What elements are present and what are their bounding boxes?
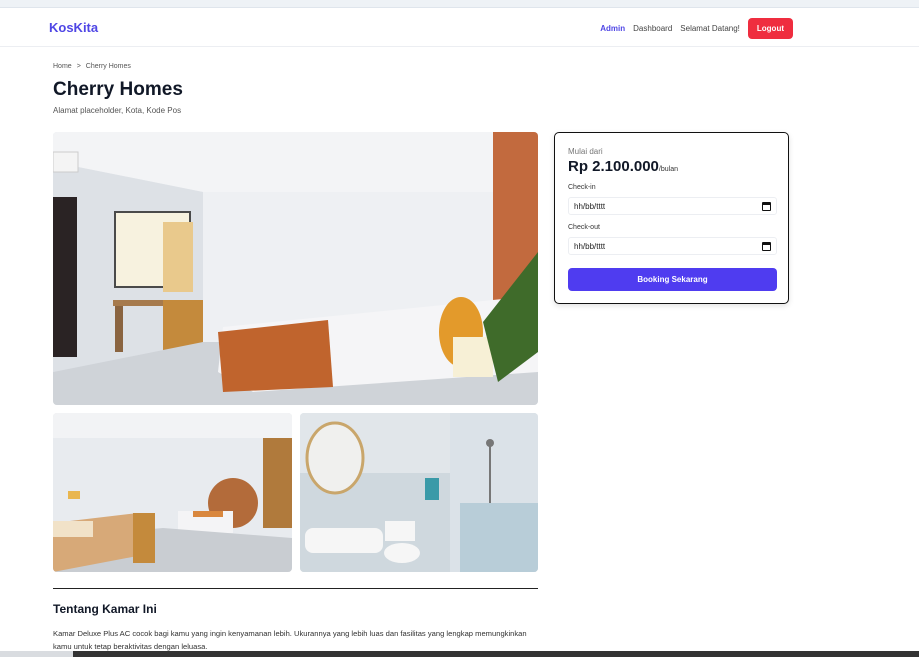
browser-top-strip [0,0,919,8]
checkout-date-input[interactable]: hh/bb/tttt [568,237,777,255]
logout-button[interactable]: Logout [747,18,793,39]
calendar-icon[interactable] [762,241,771,251]
navbar: KosKita Admin Dashboard Selamat Datang! … [0,9,919,47]
price-from-label: Mulai dari [568,147,603,156]
section-divider [53,588,538,589]
about-room-title: Tentang Kamar Ini [53,602,157,616]
page-title: Cherry Homes [53,79,183,100]
main-room-photo[interactable] [53,132,538,405]
calendar-icon[interactable] [762,201,771,211]
price-value: Rp 2.100.000/bulan [568,158,678,175]
about-room-description: Kamar Deluxe Plus AC cocok bagi kamu yan… [53,629,527,651]
breadcrumb-home[interactable]: Home [53,63,72,70]
room-photo-2[interactable] [53,413,292,572]
booking-button[interactable]: Booking Sekarang [568,268,777,291]
greeting-text: Selamat Datang! [680,24,740,33]
price-unit: /bulan [658,166,678,173]
nav-right: Admin Dashboard Selamat Datang! Logout [600,18,793,39]
bathroom-photo[interactable] [300,413,538,572]
checkin-date-value: hh/bb/tttt [574,201,606,211]
brand-logo[interactable]: KosKita [49,20,98,35]
property-address: Alamat placeholder, Kota, Kode Pos [53,106,182,115]
nav-link-dashboard[interactable]: Dashboard [633,24,672,33]
breadcrumb: Home > Cherry Homes [53,63,131,70]
bottom-scroll-track [0,651,73,657]
checkout-date-value: hh/bb/tttt [574,241,606,251]
breadcrumb-separator: > [76,63,81,70]
checkin-date-input[interactable]: hh/bb/tttt [568,197,777,215]
checkout-label: Check-out [568,224,600,231]
bottom-scrollbar[interactable] [73,651,919,657]
breadcrumb-current: Cherry Homes [85,63,131,70]
checkin-label: Check-in [568,184,596,191]
price-amount: Rp 2.100.000 [568,158,659,175]
booking-card: Mulai dari Rp 2.100.000/bulan Check-in h… [554,132,789,304]
nav-link-admin[interactable]: Admin [600,24,625,33]
